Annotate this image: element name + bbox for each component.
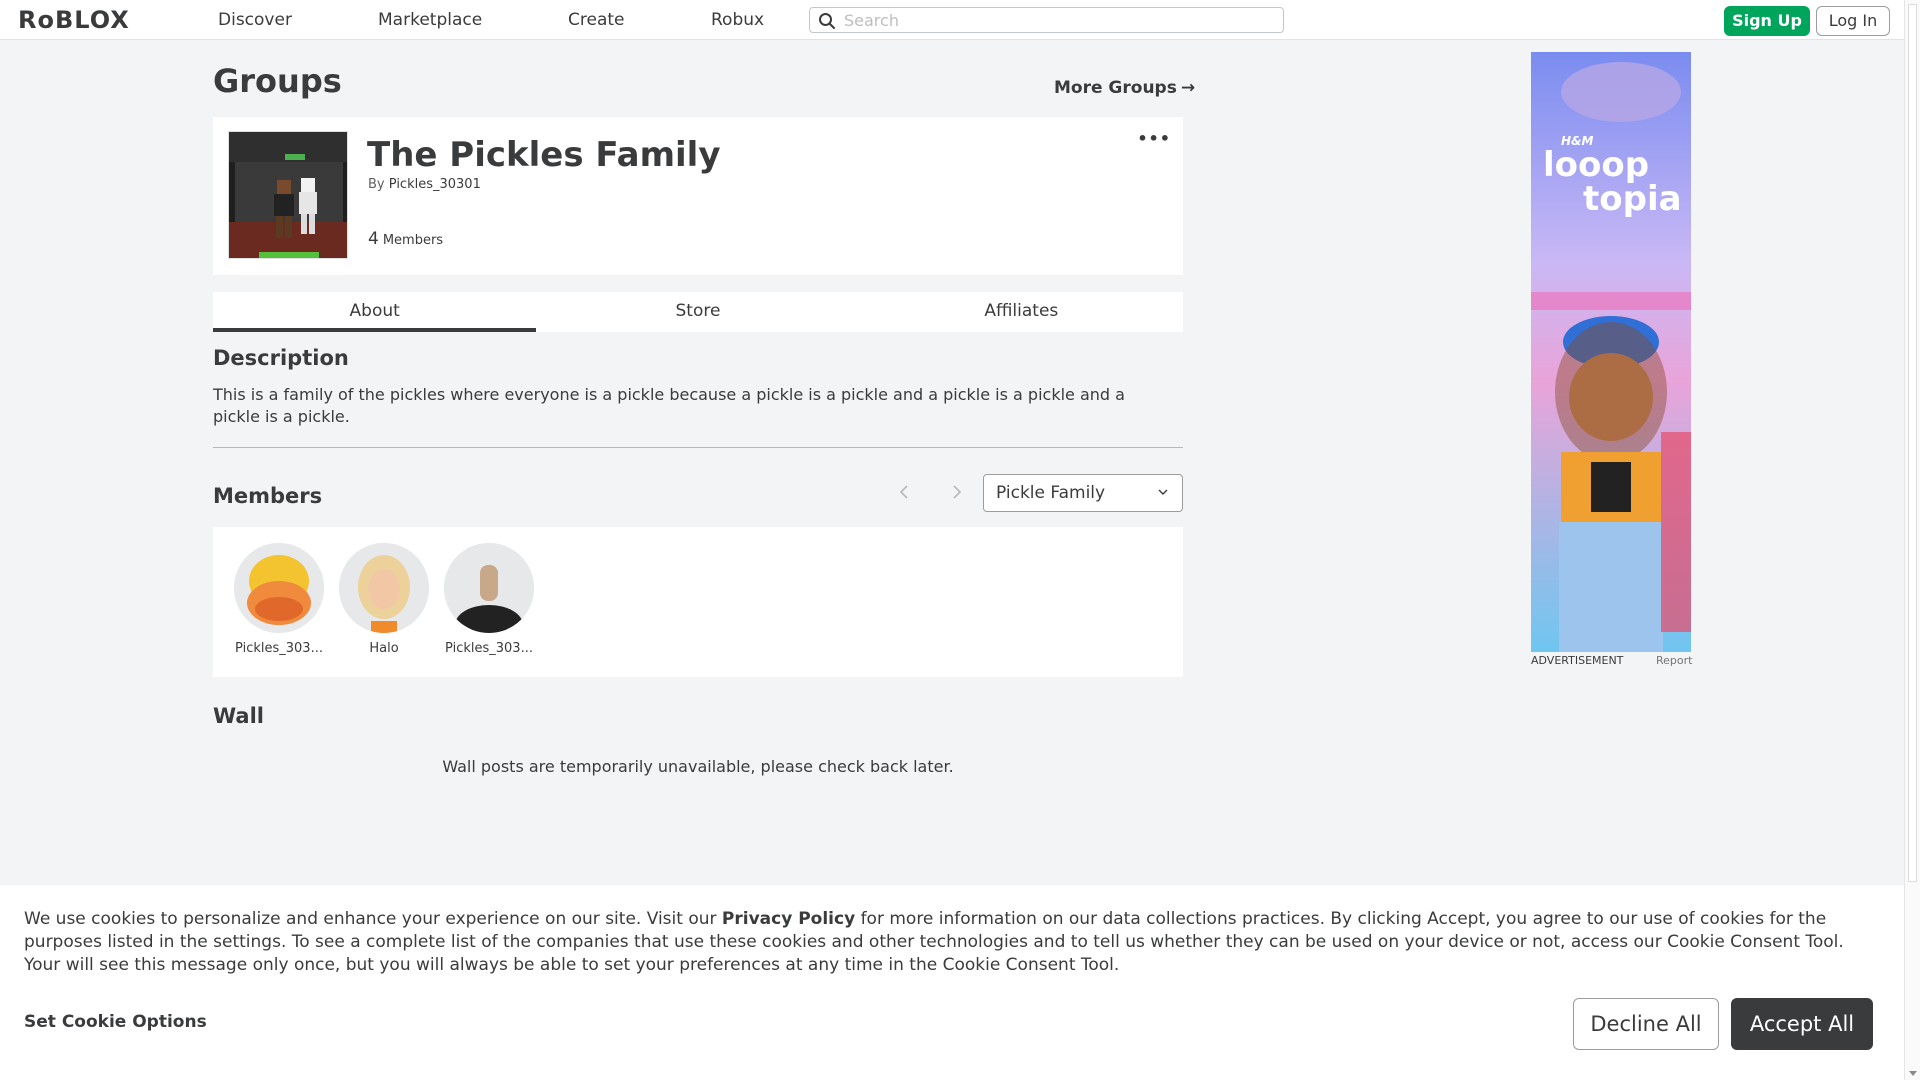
nav-link-create[interactable]: Create	[568, 0, 625, 40]
nav-link-robux[interactable]: Robux	[711, 0, 764, 40]
description-heading: Description	[213, 346, 349, 370]
cookie-text-part1: We use cookies to personalize and enhanc…	[24, 909, 722, 929]
scroll-down-icon[interactable]	[1909, 1071, 1917, 1076]
search-input[interactable]	[844, 8, 1274, 32]
sign-up-button[interactable]: Sign Up	[1724, 6, 1810, 36]
logo-text: RᴏBLOX	[18, 6, 130, 34]
page-scrollbar[interactable]	[1904, 0, 1920, 1080]
tab-about[interactable]: About	[213, 292, 537, 332]
group-emblem-art	[229, 132, 347, 258]
member-count: 4 Members	[368, 229, 443, 249]
cookie-consent-banner: We use cookies to personalize and enhanc…	[0, 885, 1904, 1080]
owner-by-label: By	[368, 177, 385, 192]
avatar	[444, 543, 534, 633]
group-owner: By Pickles_30301	[368, 177, 481, 192]
more-options-icon[interactable]: •••	[1137, 129, 1171, 148]
group-tabs: About Store Affiliates	[213, 292, 1183, 332]
nav-link-discover[interactable]: Discover	[218, 0, 292, 40]
divider	[213, 447, 1183, 448]
advertisement-banner[interactable]: H&M looop topia	[1531, 52, 1691, 652]
members-list: Pickles_303... Halo Pickles_303...	[213, 527, 1183, 677]
member-count-label: Members	[382, 233, 444, 248]
arrow-right-icon: →	[1180, 78, 1196, 98]
chevron-down-icon	[1158, 489, 1168, 495]
ad-report-link[interactable]: Report	[1656, 654, 1692, 667]
search-box	[809, 7, 1284, 33]
wall-message: Wall posts are temporarily unavailable, …	[442, 757, 954, 776]
member-count-number: 4	[368, 229, 379, 249]
chevron-right-icon[interactable]	[946, 482, 966, 502]
member-item[interactable]: Pickles_303...	[229, 543, 329, 656]
avatar	[234, 543, 324, 633]
top-navigation-bar: RᴏBLOX Discover Marketplace Create Robux…	[0, 0, 1904, 40]
more-groups-label: More Groups	[1054, 78, 1177, 98]
more-groups-link[interactable]: More Groups →	[1054, 78, 1195, 98]
scrollbar-thumb[interactable]	[1908, 4, 1917, 882]
ad-brand-line2: topia	[1583, 179, 1682, 219]
page-title: Groups	[213, 62, 342, 100]
group-name: The Pickles Family	[367, 135, 721, 175]
decline-all-button[interactable]: Decline All	[1573, 998, 1719, 1050]
log-in-button[interactable]: Log In	[1816, 6, 1890, 36]
avatar	[339, 543, 429, 633]
role-dropdown[interactable]: Pickle Family	[983, 474, 1183, 512]
tab-store[interactable]: Store	[536, 292, 859, 332]
accept-all-button[interactable]: Accept All	[1731, 998, 1873, 1050]
owner-link[interactable]: Pickles_30301	[389, 177, 481, 192]
member-name: Halo	[369, 641, 399, 656]
set-cookie-options-link[interactable]: Set Cookie Options	[24, 1012, 207, 1032]
description-text: This is a family of the pickles where ev…	[213, 385, 1125, 426]
members-heading: Members	[213, 484, 323, 508]
group-emblem-image	[228, 131, 348, 259]
cookie-consent-text: We use cookies to personalize and enhanc…	[24, 908, 1884, 977]
group-header-card: The Pickles Family By Pickles_30301 4 Mem…	[213, 117, 1183, 275]
privacy-policy-link[interactable]: Privacy Policy	[722, 909, 855, 929]
roblox-logo[interactable]: RᴏBLOX	[18, 6, 130, 34]
member-name: Pickles_303...	[445, 641, 533, 656]
nav-link-marketplace[interactable]: Marketplace	[378, 0, 482, 40]
ad-brand-line1: looop	[1543, 145, 1650, 185]
search-icon	[819, 13, 835, 29]
member-item[interactable]: Halo	[334, 543, 434, 656]
advertisement-label: ADVERTISEMENT	[1531, 654, 1624, 667]
ad-brand: H&M looop topia	[1543, 134, 1682, 216]
chevron-left-icon[interactable]	[895, 482, 915, 502]
tab-affiliates[interactable]: Affiliates	[860, 292, 1183, 332]
member-item[interactable]: Pickles_303...	[439, 543, 539, 656]
member-name: Pickles_303...	[235, 641, 323, 656]
wall-heading: Wall	[213, 704, 264, 728]
role-dropdown-value: Pickle Family	[996, 483, 1106, 503]
